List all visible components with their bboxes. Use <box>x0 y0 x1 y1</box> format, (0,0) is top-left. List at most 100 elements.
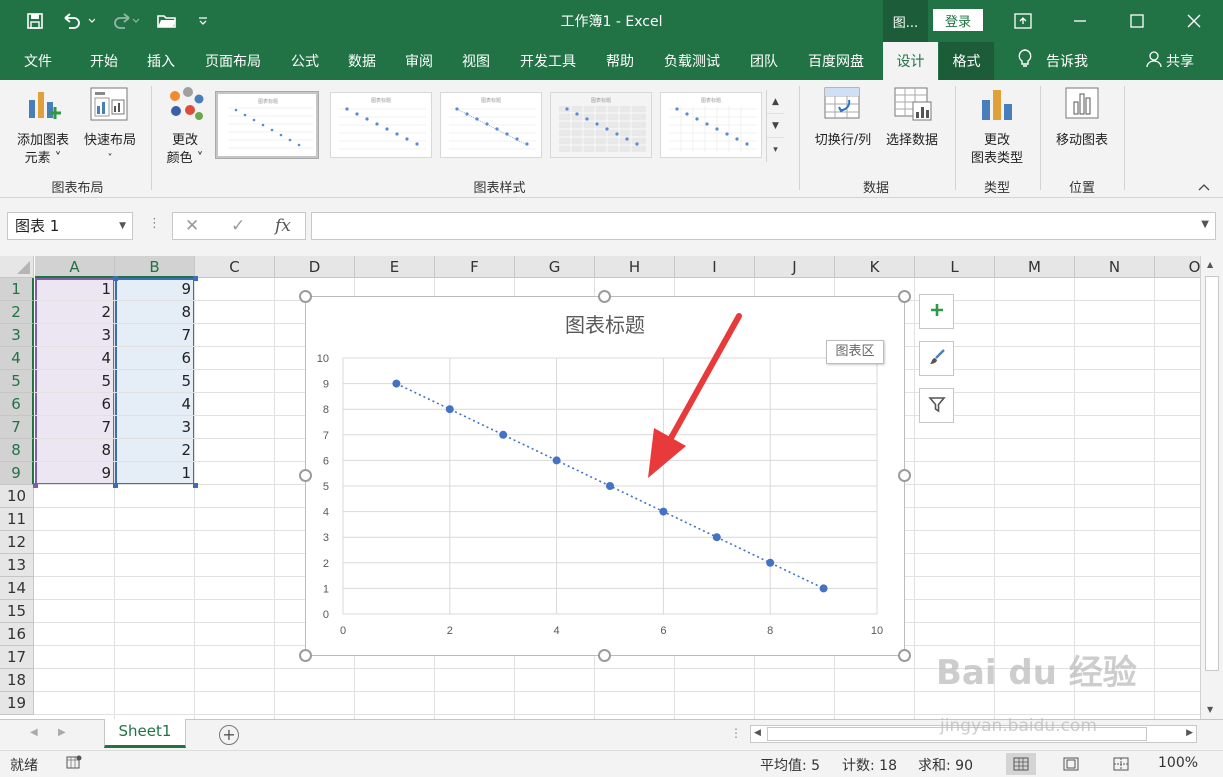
cell-a3[interactable]: 3 <box>35 324 115 347</box>
row-header-12[interactable]: 12 <box>0 531 34 554</box>
next-sheet-icon[interactable]: ▶ <box>58 727 66 738</box>
add-sheet-icon[interactable]: + <box>219 725 239 745</box>
column-header-h[interactable]: H <box>595 256 675 278</box>
cell-a2[interactable]: 2 <box>35 301 115 324</box>
gallery-more-icon[interactable]: ▾ <box>767 138 784 162</box>
cell-b9[interactable]: 1 <box>115 462 195 485</box>
page-layout-view-icon[interactable] <box>1056 753 1086 775</box>
cell-a7[interactable]: 7 <box>35 416 115 439</box>
resize-handle-left[interactable] <box>299 469 312 482</box>
save-icon[interactable] <box>22 8 48 34</box>
scroll-left-icon[interactable]: ◀ <box>754 728 761 738</box>
row-header-1[interactable]: 1 <box>0 278 34 301</box>
open-folder-icon[interactable] <box>154 8 180 34</box>
chart-filters-button[interactable] <box>919 388 954 423</box>
cell-a4[interactable]: 4 <box>35 347 115 370</box>
row-header-9[interactable]: 9 <box>0 462 34 485</box>
formula-input[interactable]: ▼ <box>311 212 1216 240</box>
tab-team[interactable]: 团队 <box>738 42 790 80</box>
tab-formulas[interactable]: 公式 <box>279 42 331 80</box>
customize-toolbar-icon[interactable] <box>190 8 216 34</box>
column-header-l[interactable]: L <box>915 256 995 278</box>
tab-load-test[interactable]: 负载测试 <box>652 42 732 80</box>
gallery-up-icon[interactable]: ▲ <box>767 90 784 114</box>
chart-style-1[interactable]: 图表标题 <box>215 91 319 159</box>
row-header-4[interactable]: 4 <box>0 347 34 370</box>
row-header-19[interactable]: 19 <box>0 692 34 715</box>
change-chart-type-button[interactable]: 更改 图表类型 <box>962 86 1032 174</box>
tab-insert[interactable]: 插入 <box>133 42 189 80</box>
macro-record-icon[interactable] <box>66 754 82 774</box>
column-header-a[interactable]: A <box>35 256 115 278</box>
row-header-18[interactable]: 18 <box>0 669 34 692</box>
formula-bar-grip-icon[interactable]: ⋮ <box>148 216 161 231</box>
tab-review[interactable]: 审阅 <box>393 42 445 80</box>
column-header-k[interactable]: K <box>835 256 915 278</box>
tell-me-search[interactable]: 告诉我 <box>1008 42 1098 80</box>
cell-b4[interactable]: 6 <box>115 347 195 370</box>
resize-handle-right[interactable] <box>898 469 911 482</box>
close-icon[interactable] <box>1165 0 1222 42</box>
row-header-10[interactable]: 10 <box>0 485 34 508</box>
column-header-n[interactable]: N <box>1075 256 1155 278</box>
collapse-ribbon-icon[interactable] <box>1198 180 1210 195</box>
quick-layout-button[interactable]: 快速布局 ˅ <box>77 86 143 174</box>
selection-handle[interactable] <box>193 483 198 488</box>
row-header-17[interactable]: 17 <box>0 646 34 669</box>
tab-split-grip-icon[interactable]: ⋮ <box>730 726 742 740</box>
row-header-6[interactable]: 6 <box>0 393 34 416</box>
cell-a9[interactable]: 9 <box>35 462 115 485</box>
chart-elements-button[interactable] <box>919 294 954 329</box>
share-button[interactable]: 共享 <box>1135 42 1205 80</box>
select-all-corner[interactable] <box>0 256 34 278</box>
cell-a1[interactable]: 1 <box>35 278 115 301</box>
row-header-2[interactable]: 2 <box>0 301 34 324</box>
add-chart-element-button[interactable]: 添加图表 元素 ˅ <box>10 86 76 174</box>
resize-handle-bottom-right[interactable] <box>898 649 911 662</box>
sheet-tab-sheet1[interactable]: Sheet1 <box>104 719 186 748</box>
scroll-down-icon[interactable]: ▼ <box>1207 705 1213 714</box>
cell-a8[interactable]: 8 <box>35 439 115 462</box>
resize-handle-bottom[interactable] <box>598 649 611 662</box>
row-header-5[interactable]: 5 <box>0 370 34 393</box>
switch-row-column-button[interactable]: 切换行/列 <box>807 86 879 174</box>
cell-a5[interactable]: 5 <box>35 370 115 393</box>
cell-b5[interactable]: 5 <box>115 370 195 393</box>
column-header-f[interactable]: F <box>435 256 515 278</box>
tab-home[interactable]: 开始 <box>76 42 132 80</box>
cell-b2[interactable]: 8 <box>115 301 195 324</box>
cell-b3[interactable]: 7 <box>115 324 195 347</box>
page-break-view-icon[interactable] <box>1106 753 1136 775</box>
tab-format[interactable]: 格式 <box>939 42 994 80</box>
selection-handle[interactable] <box>113 483 118 488</box>
chart-style-3[interactable]: 图表标题 <box>440 92 542 158</box>
resize-handle-top-left[interactable] <box>299 290 312 303</box>
tab-file[interactable]: 文件 <box>10 42 66 80</box>
row-header-14[interactable]: 14 <box>0 577 34 600</box>
cell-b6[interactable]: 4 <box>115 393 195 416</box>
column-header-o[interactable]: O <box>1155 256 1200 278</box>
tab-help[interactable]: 帮助 <box>594 42 646 80</box>
column-header-g[interactable]: G <box>515 256 595 278</box>
tab-page-layout[interactable]: 页面布局 <box>193 42 273 80</box>
row-header-13[interactable]: 13 <box>0 554 34 577</box>
selection-handle[interactable] <box>193 276 198 281</box>
tab-data[interactable]: 数据 <box>336 42 388 80</box>
column-header-c[interactable]: C <box>195 256 275 278</box>
row-header-7[interactable]: 7 <box>0 416 34 439</box>
chart-style-5[interactable]: 图表标题 <box>660 92 762 158</box>
column-header-d[interactable]: D <box>275 256 355 278</box>
row-header-3[interactable]: 3 <box>0 324 34 347</box>
login-button[interactable]: 登录 <box>933 9 983 31</box>
tab-view[interactable]: 视图 <box>450 42 502 80</box>
enter-check-icon[interactable]: ✓ <box>231 216 245 236</box>
column-header-e[interactable]: E <box>355 256 435 278</box>
tab-developer[interactable]: 开发工具 <box>508 42 588 80</box>
row-header-8[interactable]: 8 <box>0 439 34 462</box>
minimize-icon[interactable] <box>1051 0 1108 42</box>
select-data-button[interactable]: 选择数据 <box>879 86 945 174</box>
row-header-15[interactable]: 15 <box>0 600 34 623</box>
resize-handle-bottom-left[interactable] <box>299 649 312 662</box>
maximize-icon[interactable] <box>1108 0 1165 42</box>
change-colors-button[interactable]: 更改 颜色 ˅ <box>159 86 211 174</box>
